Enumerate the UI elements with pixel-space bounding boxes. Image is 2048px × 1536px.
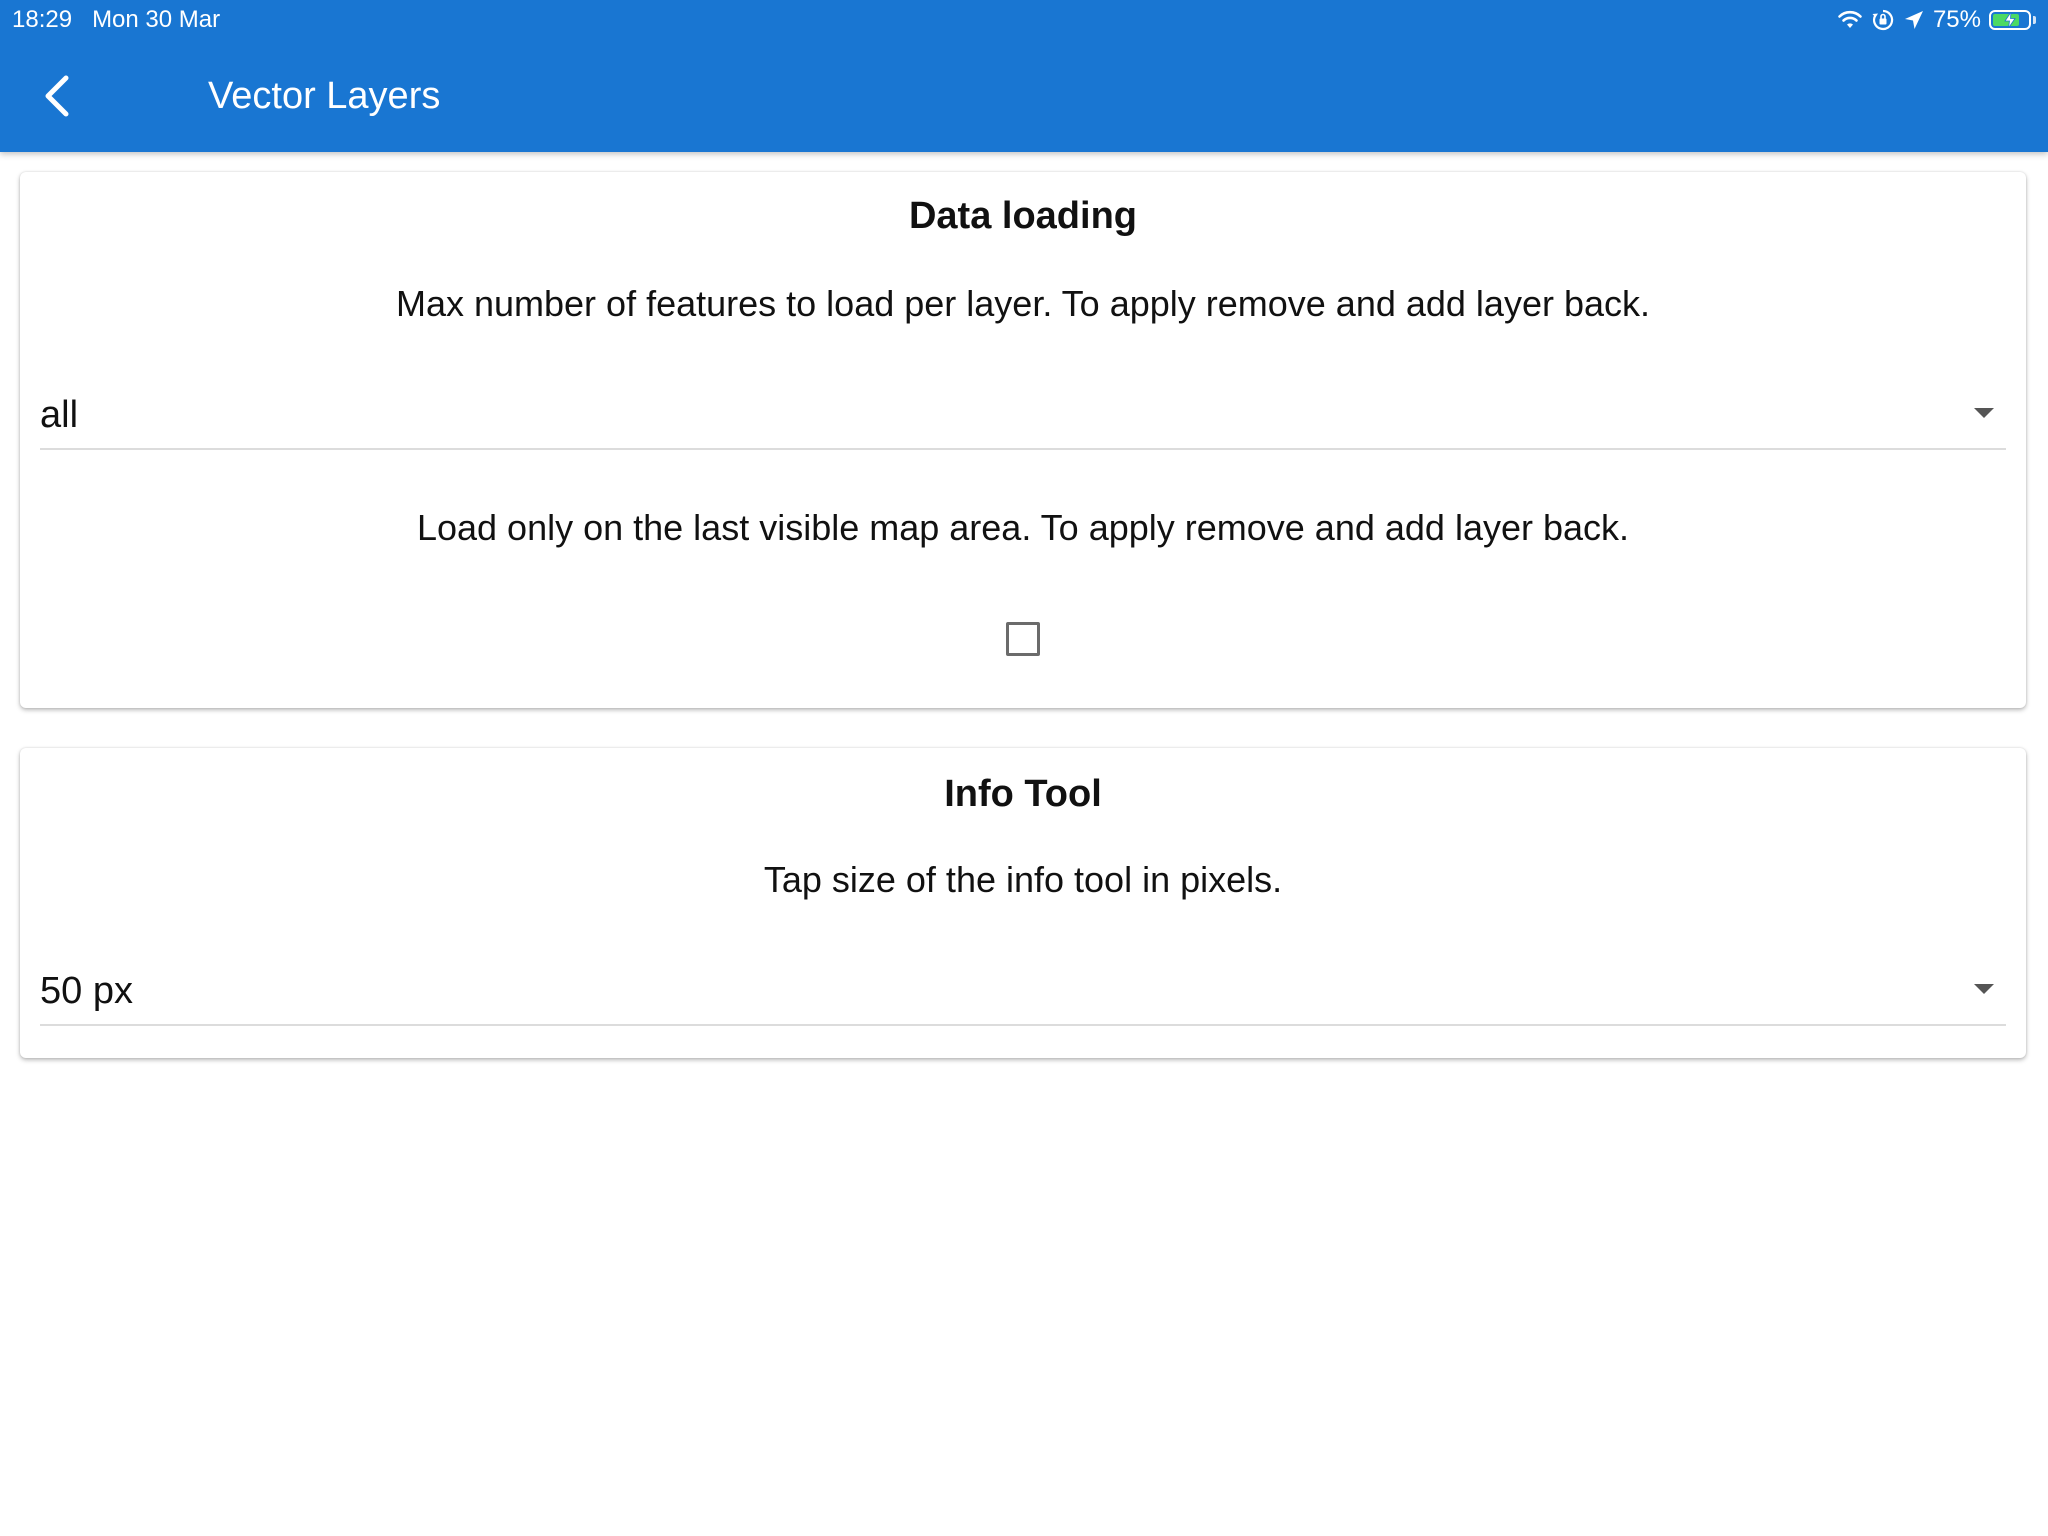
status-bar: 18:29 Mon 30 Mar 75% [0,0,2048,40]
info-tool-title: Info Tool [944,773,1102,815]
visible-area-checkbox[interactable] [1006,622,1040,656]
max-features-description: Max number of features to load per layer… [395,283,1651,324]
app-bar: 18:29 Mon 30 Mar 75% Vector Layers [0,0,2048,152]
dropdown-arrow-icon [1974,408,1994,418]
tap-size-select[interactable]: 50 px [40,956,2006,1026]
page-title: Vector Layers [208,75,441,117]
visible-area-description: Load only on the last visible map area. … [416,507,1630,548]
orientation-lock-icon [1871,8,1895,32]
back-button[interactable] [30,64,86,128]
status-date: Mon 30 Mar [92,6,221,33]
max-features-value: all [40,394,79,436]
chevron-left-icon [45,75,69,117]
location-arrow-icon [1903,9,1925,31]
info-tool-card: Info Tool Tap size of the info tool in p… [20,748,2026,1058]
dropdown-arrow-icon [1974,984,1994,994]
status-time: 18:29 [12,6,73,33]
tap-size-description: Tap size of the info tool in pixels. [763,859,1283,900]
tap-size-value: 50 px [40,970,133,1012]
battery-percent: 75% [1932,6,1981,33]
data-loading-title: Data loading [908,195,1138,237]
battery-charging-icon [1989,10,2036,30]
data-loading-card: Data loading Max number of features to l… [20,172,2026,708]
wifi-icon [1837,10,1863,30]
max-features-select[interactable]: all [40,380,2006,450]
